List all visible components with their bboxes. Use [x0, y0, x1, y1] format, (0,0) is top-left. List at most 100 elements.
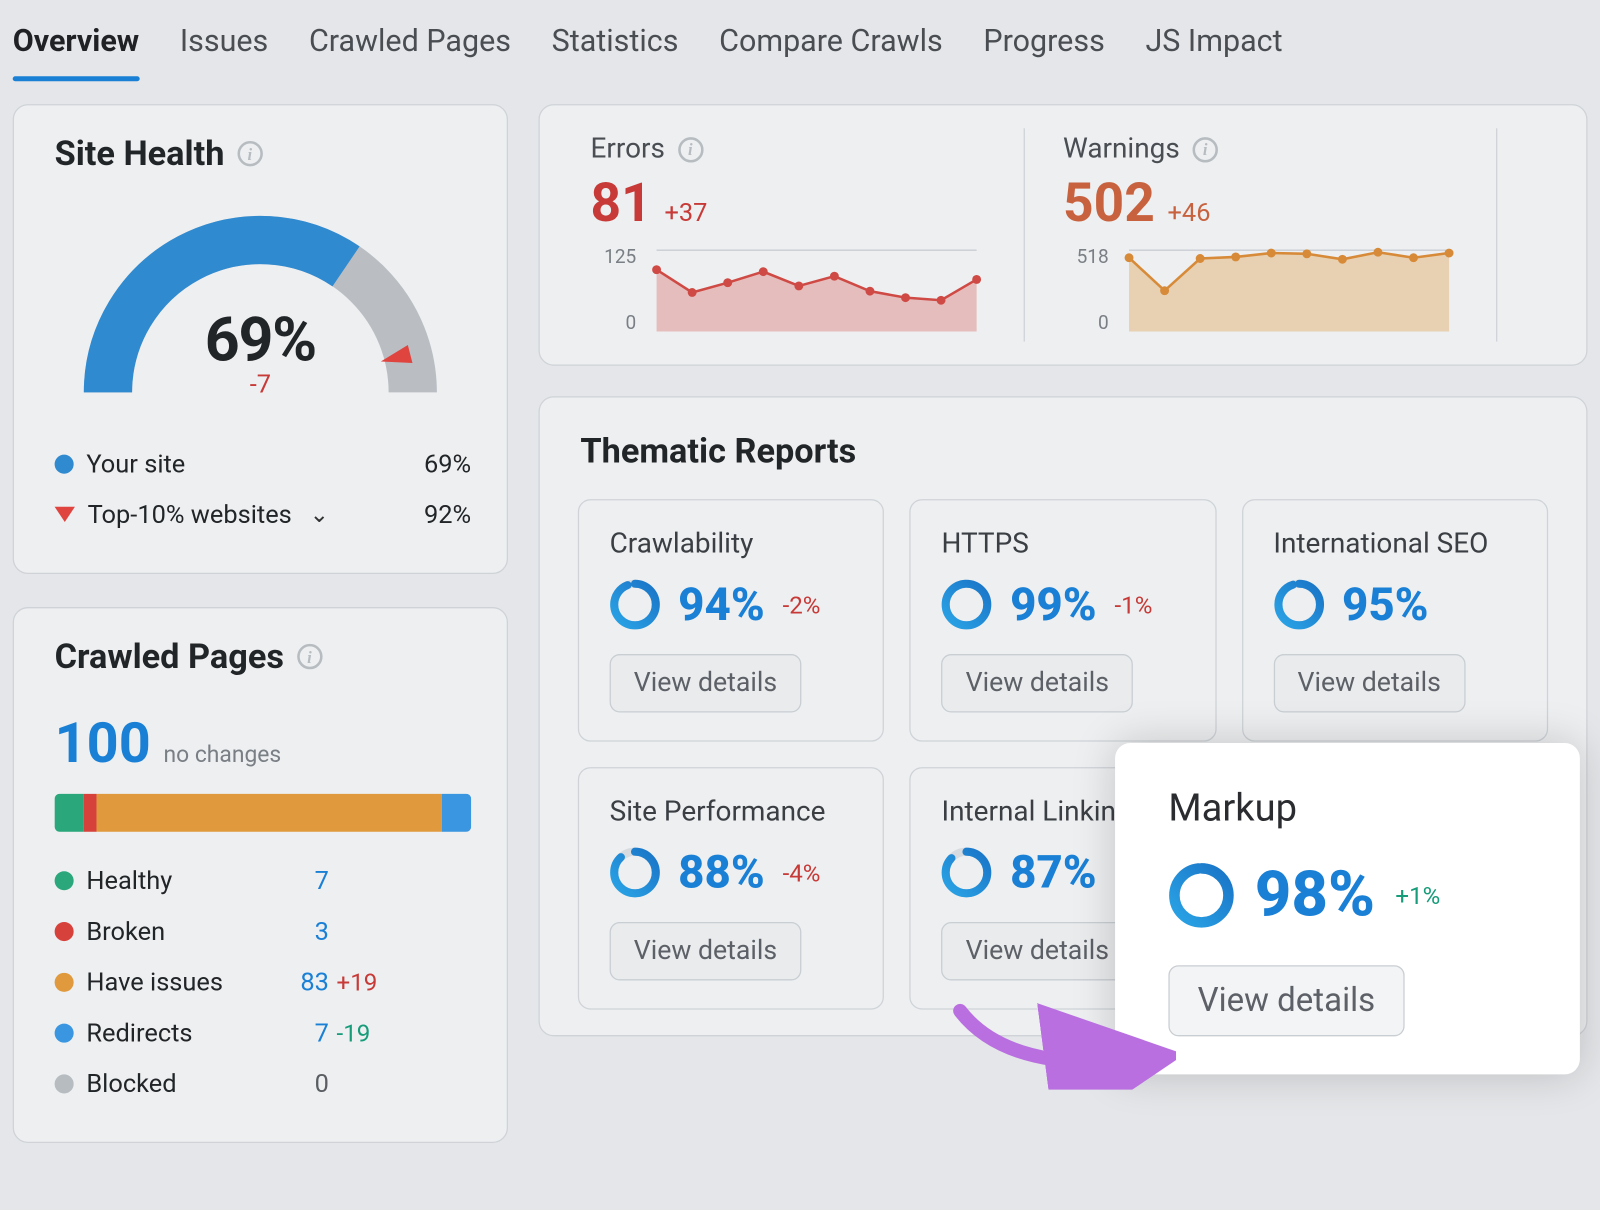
crawled-pages-bar — [55, 794, 472, 832]
row-label: Healthy — [86, 865, 172, 895]
crawled-pages-count: 100 — [55, 710, 151, 776]
card-delta: -1% — [1114, 590, 1152, 619]
bar-segment — [55, 794, 84, 832]
row-label: Have issues — [86, 966, 223, 996]
donut-icon — [1273, 579, 1324, 630]
errors-title: Errors — [591, 133, 665, 165]
top10-row[interactable]: Top-10% websites ⌄ 92% — [55, 489, 472, 540]
legend-your-site-label: Your site — [86, 448, 185, 478]
bar-segment — [96, 794, 442, 832]
site-health-value: 69% — [14, 304, 507, 376]
row-count: 7 — [271, 865, 329, 895]
legend-dot-icon — [55, 1074, 74, 1093]
legend-dot-icon — [55, 871, 74, 890]
view-details-button[interactable]: View details — [1273, 654, 1465, 712]
row-count: 83 — [271, 966, 329, 996]
thematic-card: International SEO 95% View details — [1242, 499, 1548, 742]
row-label: Broken — [86, 916, 165, 946]
crawled-pages-row[interactable]: Healthy 7 — [55, 855, 472, 906]
crawled-pages-row[interactable]: Broken 3 — [55, 906, 472, 957]
site-health-title: Site Health — [55, 133, 225, 174]
row-count: 3 — [271, 916, 329, 946]
tab-issues[interactable]: Issues — [180, 23, 268, 81]
errors-axis-top: 125 — [591, 245, 637, 268]
errors-axis-bot: 0 — [591, 311, 637, 334]
row-count: 0 — [271, 1068, 329, 1098]
row-count: 7 — [271, 1017, 329, 1047]
card-pct: 94% — [678, 578, 765, 631]
tab-compare-crawls[interactable]: Compare Crawls — [719, 23, 943, 81]
card-pct: 88% — [678, 846, 765, 899]
legend-dot-icon — [55, 1023, 74, 1042]
errors-value: 81 — [591, 173, 652, 235]
popout-delta: +1% — [1395, 881, 1440, 910]
bar-segment — [84, 794, 96, 832]
crawled-pages-row[interactable]: Redirects 7 -19 — [55, 1007, 472, 1058]
info-icon[interactable]: i — [678, 137, 703, 162]
alerts-panel: Errors i 81 +37 125 0 Warnings — [538, 104, 1587, 366]
errors-block[interactable]: Errors i 81 +37 125 0 — [552, 128, 1024, 341]
donut-icon — [1168, 862, 1234, 928]
card-delta: -4% — [783, 858, 821, 887]
warnings-title: Warnings — [1063, 133, 1180, 165]
card-title: Crawlability — [610, 528, 856, 560]
popout-pct: 98% — [1255, 859, 1375, 933]
row-label: Blocked — [86, 1068, 176, 1098]
legend-dot-icon — [55, 921, 74, 940]
donut-icon — [941, 847, 992, 898]
bar-segment — [442, 794, 471, 832]
row-delta: +19 — [337, 967, 378, 996]
donut-icon — [610, 579, 661, 630]
card-title: International SEO — [1273, 528, 1519, 560]
chevron-down-icon: ⌄ — [310, 501, 329, 528]
crawled-pages-title: Crawled Pages — [55, 636, 284, 677]
view-details-button[interactable]: View details — [610, 654, 802, 712]
info-icon[interactable]: i — [1192, 137, 1217, 162]
warnings-axis-top: 518 — [1063, 245, 1109, 268]
errors-delta: +37 — [664, 197, 707, 227]
warnings-axis-bot: 0 — [1063, 311, 1109, 334]
warnings-block[interactable]: Warnings i 502 +46 518 0 — [1025, 128, 1497, 341]
site-health-panel: Site Health i 69% -7 Your site 69 — [13, 104, 508, 574]
card-pct: 95% — [1342, 578, 1429, 631]
tab-crawled-pages[interactable]: Crawled Pages — [309, 23, 511, 81]
crawled-pages-sub: no changes — [163, 742, 281, 769]
legend-dot-icon — [55, 972, 74, 991]
crawled-pages-row[interactable]: Have issues 83 +19 — [55, 956, 472, 1007]
donut-icon — [941, 579, 992, 630]
card-title: HTTPS — [941, 528, 1187, 560]
thematic-card: Crawlability 94% -2% View details — [578, 499, 884, 742]
view-details-button[interactable]: View details — [610, 922, 802, 980]
info-icon[interactable]: i — [237, 141, 262, 166]
card-pct: 99% — [1010, 578, 1097, 631]
crawled-pages-panel: Crawled Pages i 100 no changes Healthy 7 B… — [13, 607, 508, 1143]
warnings-value: 502 — [1063, 173, 1155, 235]
tab-progress[interactable]: Progress — [983, 23, 1104, 81]
donut-icon — [610, 847, 661, 898]
card-pct: 87% — [1010, 846, 1097, 899]
view-details-button[interactable]: View details — [941, 654, 1133, 712]
popout-title: Markup — [1168, 786, 1541, 830]
tab-overview[interactable]: Overview — [13, 23, 140, 81]
tabs-bar: Overview Issues Crawled Pages Statistics Com… — [0, 0, 1600, 81]
errors-sparkline — [652, 245, 982, 336]
crawled-pages-row[interactable]: Blocked 0 — [55, 1058, 472, 1109]
view-details-button[interactable]: View details — [1168, 965, 1404, 1036]
tab-js-impact[interactable]: JS Impact — [1145, 23, 1282, 81]
legend-top10-value: 92% — [424, 499, 471, 529]
site-health-delta: -7 — [14, 368, 507, 398]
legend-dot-icon — [55, 454, 74, 473]
card-delta: -2% — [783, 590, 821, 619]
caret-down-icon — [55, 507, 75, 522]
thematic-card: Site Performance88%-4%View details — [578, 767, 884, 1010]
thematic-card: HTTPS 99% -1% View details — [910, 499, 1216, 742]
legend-top10-label: Top-10% websites — [88, 499, 292, 529]
legend-your-site-value: 69% — [424, 448, 471, 478]
warnings-delta: +46 — [1168, 197, 1211, 227]
row-delta: -19 — [337, 1018, 371, 1047]
markup-popout-card: Markup 98% +1% View details — [1115, 743, 1580, 1074]
row-label: Redirects — [86, 1017, 192, 1047]
view-details-button[interactable]: View details — [941, 922, 1133, 980]
info-icon[interactable]: i — [297, 644, 322, 669]
tab-statistics[interactable]: Statistics — [552, 23, 679, 81]
